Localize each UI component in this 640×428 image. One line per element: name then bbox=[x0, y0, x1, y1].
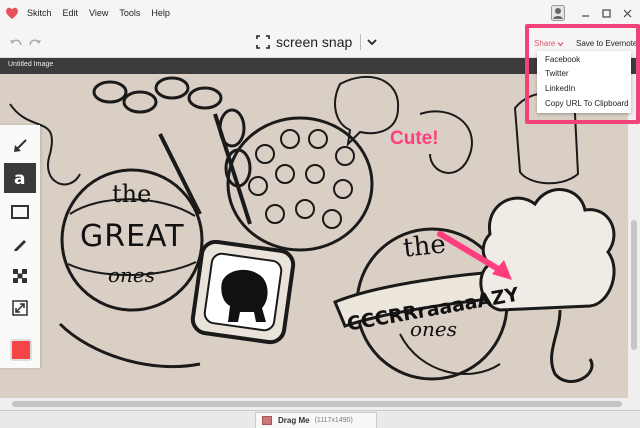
color-picker-swatch[interactable] bbox=[10, 339, 32, 361]
share-button[interactable]: Share bbox=[534, 39, 564, 48]
save-to-evernote-button[interactable]: Save to Evernote bbox=[576, 39, 637, 48]
pixelate-tool[interactable] bbox=[4, 261, 36, 291]
canvas-text-ones-2: ones bbox=[410, 317, 457, 341]
share-label: Share bbox=[534, 39, 556, 48]
redo-icon[interactable] bbox=[28, 37, 42, 49]
menu-edit[interactable]: Edit bbox=[63, 8, 79, 18]
share-menu-item-twitter[interactable]: Twitter bbox=[545, 69, 569, 78]
share-chevron-icon bbox=[557, 41, 564, 47]
text-icon: a bbox=[14, 169, 25, 188]
arrow-tool[interactable] bbox=[4, 131, 36, 161]
menu-skitch[interactable]: Skitch bbox=[27, 8, 52, 18]
share-dropdown-menu: Facebook Twitter LinkedIn Copy URL To Cl… bbox=[537, 51, 631, 113]
skitch-logo-icon bbox=[6, 7, 18, 19]
crop-resize-tool[interactable] bbox=[4, 293, 36, 323]
crop-resize-icon bbox=[12, 300, 28, 316]
image-thumbnail-icon bbox=[262, 416, 272, 425]
close-icon[interactable] bbox=[619, 5, 635, 21]
horizontal-scrollbar[interactable] bbox=[0, 398, 640, 410]
screen-snap-group: screen snap bbox=[256, 34, 377, 50]
svg-text:a: a bbox=[14, 169, 25, 188]
share-menu-item-linkedin[interactable]: LinkedIn bbox=[545, 84, 575, 93]
tool-palette: a bbox=[0, 125, 40, 368]
image-dimensions: (1117x1490) bbox=[314, 417, 353, 424]
canvas-text-ones-1: ones bbox=[108, 263, 155, 287]
document-title: Untitled Image bbox=[8, 61, 54, 68]
pen-tool[interactable] bbox=[4, 229, 36, 259]
arrow-icon bbox=[14, 139, 27, 152]
status-bar: Drag Me (1117x1490) bbox=[0, 410, 640, 428]
chevron-down-icon[interactable] bbox=[367, 37, 377, 47]
vertical-scrollbar[interactable] bbox=[628, 74, 640, 398]
crop-snap-icon[interactable] bbox=[256, 35, 270, 49]
account-icon[interactable] bbox=[551, 5, 565, 21]
drag-me-handle[interactable]: Drag Me (1117x1490) bbox=[255, 412, 377, 428]
canvas-text-the-1: the bbox=[112, 180, 151, 208]
canvas-text-great: GREAT bbox=[80, 219, 185, 254]
screen-snap-button[interactable]: screen snap bbox=[276, 34, 352, 50]
minimize-icon[interactable] bbox=[577, 5, 593, 21]
menu-bar: Skitch Edit View Tools Help bbox=[0, 0, 640, 26]
undo-icon[interactable] bbox=[9, 37, 23, 49]
text-tool[interactable]: a bbox=[4, 163, 36, 193]
menu-view[interactable]: View bbox=[89, 8, 108, 18]
canvas-text-the-2: the bbox=[402, 229, 447, 263]
annotation-text[interactable]: Cute! bbox=[390, 128, 439, 150]
rectangle-tool[interactable] bbox=[4, 197, 36, 227]
image-canvas[interactable]: the GREAT ones the CCCRRraaaaAZY ones bbox=[0, 74, 628, 398]
menu-help[interactable]: Help bbox=[151, 8, 170, 18]
drag-label: Drag Me bbox=[278, 416, 310, 425]
doodle-artwork: the GREAT ones the CCCRRraaaaAZY ones bbox=[9, 75, 616, 383]
horizontal-scroll-thumb[interactable] bbox=[12, 401, 622, 407]
menu-tools[interactable]: Tools bbox=[119, 8, 140, 18]
share-menu-item-facebook[interactable]: Facebook bbox=[545, 55, 580, 64]
rectangle-icon bbox=[11, 205, 29, 219]
pixelate-icon bbox=[13, 269, 27, 283]
maximize-icon[interactable] bbox=[598, 5, 614, 21]
window-controls bbox=[551, 0, 640, 26]
snap-divider bbox=[360, 34, 362, 50]
pen-icon bbox=[14, 240, 26, 251]
vertical-scroll-thumb[interactable] bbox=[631, 220, 637, 350]
share-menu-item-copy-url[interactable]: Copy URL To Clipboard bbox=[545, 99, 629, 108]
